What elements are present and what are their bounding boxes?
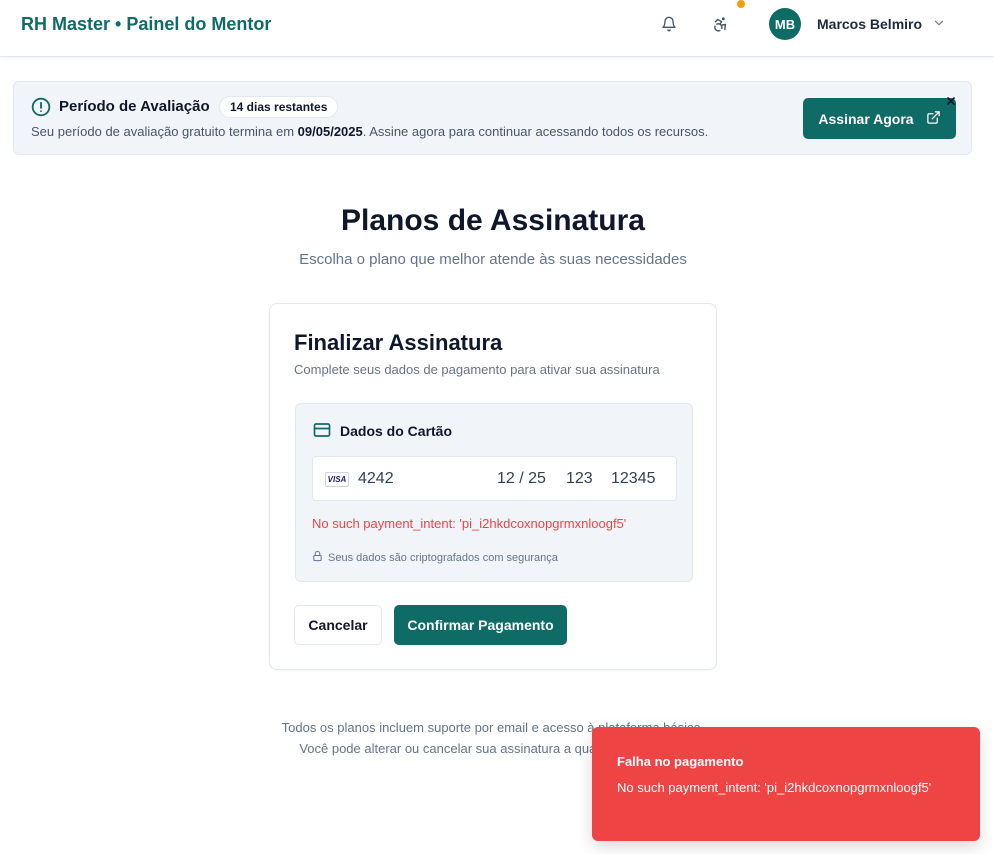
bell-icon[interactable] — [659, 14, 679, 34]
checkout-title: Finalizar Assinatura — [294, 330, 503, 355]
trial-days-badge: 14 dias restantes — [219, 96, 339, 118]
secure-note-text: Seus dados são criptografados com segura… — [328, 551, 558, 564]
error-toast[interactable]: Falha no pagamento No such payment_inten… — [592, 727, 980, 841]
subscribe-now-label: Assinar Agora — [818, 110, 914, 127]
card-details-title: Dados do Cartão — [340, 423, 453, 439]
page-subtitle: Escolha o plano que melhor atende às sua… — [299, 251, 687, 268]
toast-message: No such payment_intent: 'pi_i2hkdcoxnopg… — [617, 780, 932, 795]
accessibility-icon[interactable] — [710, 14, 730, 34]
payment-error-message: No such payment_intent: 'pi_i2hkdcoxnopg… — [312, 516, 627, 531]
subscribe-now-button[interactable]: Assinar Agora — [803, 98, 956, 139]
credit-card-icon — [313, 422, 331, 438]
secure-note: Seus dados são criptografados com segura… — [312, 550, 558, 565]
card-cvc-value[interactable]: 123 — [566, 470, 593, 488]
checkout-subtitle: Complete seus dados de pagamento para at… — [294, 362, 660, 377]
card-details-section: Dados do Cartão VISA 4242 12 / 25 123 12… — [295, 403, 693, 582]
top-header: RH Master • Painel do Mentor MB Marcos B… — [0, 0, 994, 57]
card-input-field[interactable]: VISA 4242 12 / 25 123 12345 — [312, 456, 677, 501]
toast-title: Falha no pagamento — [617, 754, 744, 769]
avatar[interactable]: MB — [769, 8, 801, 40]
visa-icon: VISA — [325, 472, 349, 487]
close-icon[interactable] — [945, 94, 957, 106]
app-title: RH Master • Painel do Mentor — [21, 14, 272, 34]
cancel-button[interactable]: Cancelar — [294, 605, 382, 645]
trial-banner: Período de Avaliação 14 dias restantes S… — [13, 81, 972, 155]
trial-description: Seu período de avaliação gratuito termin… — [31, 124, 708, 139]
lock-icon — [312, 550, 323, 565]
confirm-payment-button[interactable]: Confirmar Pagamento — [394, 605, 567, 645]
notification-dot — [737, 0, 745, 8]
checkout-card: Finalizar Assinatura Complete seus dados… — [269, 303, 717, 670]
card-number-value[interactable]: 4242 — [358, 470, 394, 488]
chevron-down-icon[interactable] — [932, 16, 946, 30]
trial-text-suffix: . Assine agora para continuar acessando … — [362, 124, 709, 139]
trial-title: Período de Avaliação — [59, 98, 210, 115]
card-expiry-value[interactable]: 12 / 25 — [497, 470, 546, 488]
trial-end-date: 09/05/2025 — [297, 124, 363, 139]
trial-text-prefix: Seu período de avaliação gratuito termin… — [31, 124, 298, 139]
card-zip-value[interactable]: 12345 — [611, 470, 656, 488]
alert-circle-icon — [31, 97, 51, 117]
external-link-icon — [926, 110, 941, 128]
user-name[interactable]: Marcos Belmiro — [817, 16, 922, 32]
page-title: Planos de Assinatura — [341, 204, 645, 237]
